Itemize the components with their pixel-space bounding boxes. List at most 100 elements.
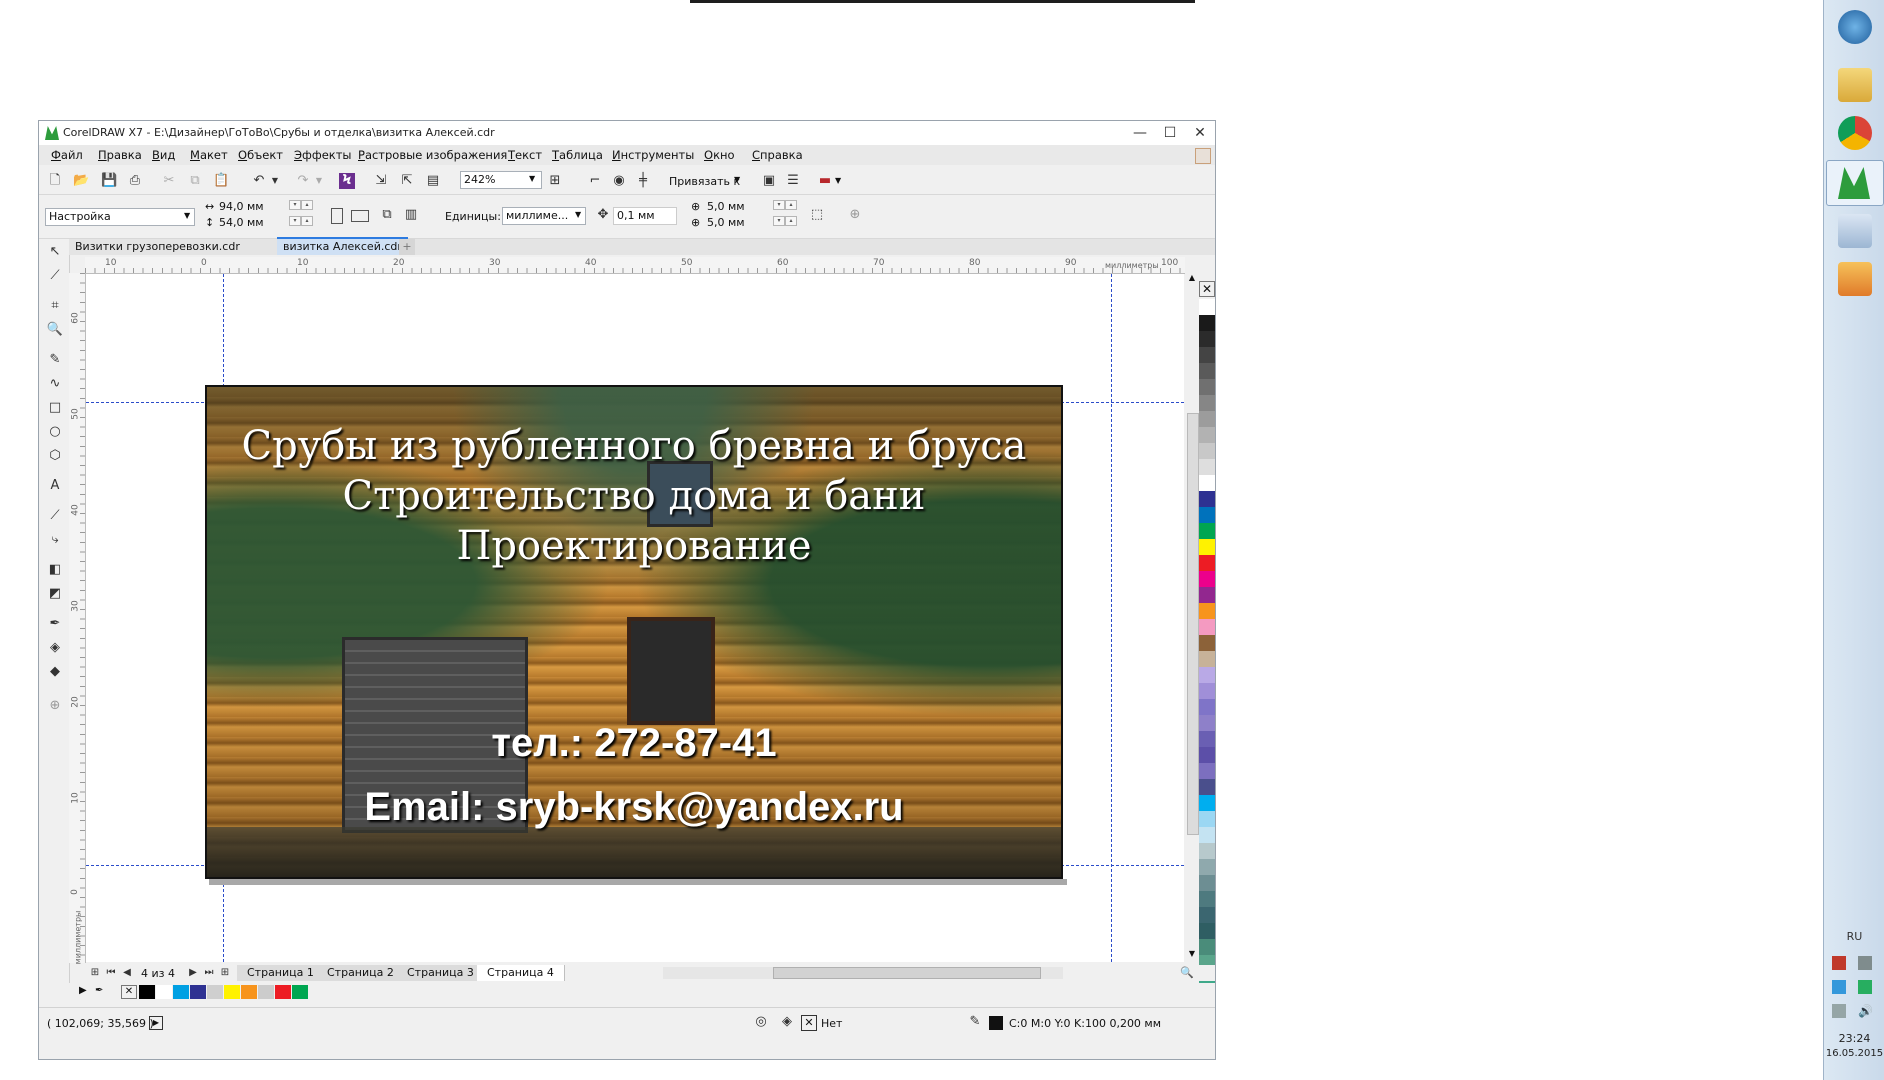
document-palette-swatch[interactable] bbox=[224, 985, 240, 999]
palette-swatch[interactable] bbox=[1199, 699, 1215, 715]
last-page-icon[interactable]: ⏭ bbox=[201, 965, 217, 981]
connector-tool-icon[interactable]: ⤷ bbox=[46, 531, 64, 549]
palette-swatch[interactable] bbox=[1199, 347, 1215, 363]
print-icon[interactable]: ⎙ bbox=[127, 173, 143, 189]
page-tab-3[interactable]: Страница 3 bbox=[397, 965, 485, 981]
palette-swatch[interactable] bbox=[1199, 571, 1215, 587]
menu-edit[interactable]: Правка bbox=[98, 148, 142, 162]
palette-swatch[interactable] bbox=[1199, 331, 1215, 347]
width-spinner[interactable]: ▾ bbox=[289, 200, 301, 210]
duplicate-y-field[interactable]: 5,0 мм bbox=[707, 216, 745, 229]
user-icon[interactable] bbox=[1195, 148, 1211, 164]
palette-swatch[interactable] bbox=[1199, 507, 1215, 523]
tray-security-icon[interactable] bbox=[1858, 980, 1872, 994]
add-page-before-icon[interactable]: ⊞ bbox=[87, 965, 103, 981]
tray-display-icon[interactable] bbox=[1832, 1004, 1846, 1018]
parallel-dimension-icon[interactable]: ⟋ bbox=[46, 507, 64, 525]
palette-swatch[interactable] bbox=[1199, 299, 1215, 315]
menu-help[interactable]: Справка bbox=[752, 148, 803, 162]
menu-object[interactable]: Объект bbox=[238, 148, 283, 162]
launcher-dropdown-icon[interactable]: ▼ bbox=[835, 176, 841, 185]
paste-icon[interactable]: 📋 bbox=[213, 173, 229, 189]
vertical-scrollbar[interactable]: ▲ ▼ bbox=[1185, 273, 1199, 963]
document-palette-swatch[interactable] bbox=[275, 985, 291, 999]
menu-text[interactable]: Текст bbox=[508, 148, 542, 162]
page-height-field[interactable]: 54,0 мм bbox=[219, 216, 264, 229]
width-spinner-up[interactable]: ▴ bbox=[301, 200, 313, 210]
vertical-ruler[interactable]: 60 50 40 30 20 10 0 миллиметры bbox=[69, 273, 86, 964]
rectangle-tool-icon[interactable]: □ bbox=[46, 399, 64, 417]
palette-swatch[interactable] bbox=[1199, 683, 1215, 699]
menu-window[interactable]: Окно bbox=[704, 148, 735, 162]
tray-network-icon[interactable] bbox=[1858, 956, 1872, 970]
clock-time[interactable]: 23:24 bbox=[1824, 1032, 1884, 1045]
palette-swatch[interactable] bbox=[1199, 443, 1215, 459]
palette-swatch[interactable] bbox=[1199, 779, 1215, 795]
fill-bucket-icon[interactable]: ◈ bbox=[779, 1014, 795, 1030]
palette-swatch[interactable] bbox=[1199, 939, 1215, 955]
snap-dropdown-icon[interactable]: ▼ bbox=[734, 175, 740, 184]
document-palette-swatch[interactable] bbox=[258, 985, 274, 999]
page-tab-4[interactable]: Страница 4 bbox=[477, 965, 565, 981]
nudge-distance-field[interactable]: 0,1 мм bbox=[613, 207, 677, 225]
fill-none-swatch[interactable]: ✕ bbox=[801, 1015, 817, 1031]
calculator-icon[interactable] bbox=[1838, 214, 1872, 248]
options-icon[interactable]: ☰ bbox=[785, 173, 801, 189]
units-dropdown-icon[interactable]: ▼ bbox=[575, 210, 581, 219]
rulers-icon[interactable]: ⌐ bbox=[587, 173, 603, 189]
palette-swatch[interactable] bbox=[1199, 923, 1215, 939]
palette-swatch[interactable] bbox=[1199, 523, 1215, 539]
palette-swatch[interactable] bbox=[1199, 795, 1215, 811]
view-icon[interactable]: ◉ bbox=[611, 173, 627, 189]
scroll-up-icon[interactable]: ▲ bbox=[1186, 273, 1198, 285]
business-card[interactable]: Срубы из рубленного бревна и бруса Строи… bbox=[205, 385, 1063, 879]
import-icon[interactable]: ⇲ bbox=[373, 173, 389, 189]
height-spinner-up[interactable]: ▴ bbox=[301, 216, 313, 226]
welcome-screen-icon[interactable]: ▣ bbox=[761, 173, 777, 189]
add-page-after-icon[interactable]: ⊞ bbox=[217, 965, 233, 981]
palette-swatch[interactable] bbox=[1199, 379, 1215, 395]
menu-view[interactable]: Вид bbox=[152, 148, 175, 162]
document-palette-swatch[interactable] bbox=[173, 985, 189, 999]
tab-vizitka-aleksey[interactable]: визитка Алексей.cdr bbox=[277, 237, 408, 255]
palette-swatch[interactable] bbox=[1199, 715, 1215, 731]
guidelines-icon[interactable]: ╪ bbox=[635, 173, 651, 189]
palette-swatch[interactable] bbox=[1199, 763, 1215, 779]
portrait-button[interactable] bbox=[331, 208, 343, 224]
next-page-icon[interactable]: ▶ bbox=[185, 965, 201, 981]
palette-swatch[interactable] bbox=[1199, 635, 1215, 651]
page-width-field[interactable]: 94,0 мм bbox=[219, 200, 264, 213]
palette-swatch[interactable] bbox=[1199, 603, 1215, 619]
outline-color-swatch[interactable] bbox=[989, 1016, 1003, 1030]
palette-swatch[interactable] bbox=[1199, 827, 1215, 843]
cut-icon[interactable]: ✂ bbox=[161, 173, 177, 189]
transparency-icon[interactable]: ◩ bbox=[46, 585, 64, 603]
eyedropper-icon[interactable]: ✒ bbox=[46, 615, 64, 633]
menu-layout[interactable]: Макет bbox=[190, 148, 228, 162]
undo-dropdown-icon[interactable]: ▼ bbox=[267, 173, 283, 189]
interactive-fill-icon[interactable]: ◈ bbox=[46, 639, 64, 657]
ellipse-tool-icon[interactable]: ○ bbox=[46, 423, 64, 441]
publish-pdf-icon[interactable]: ▤ bbox=[425, 173, 441, 189]
palette-swatch[interactable] bbox=[1199, 859, 1215, 875]
dup-y-spinner[interactable]: ▾ bbox=[773, 216, 785, 226]
dup-y-spinner-up[interactable]: ▴ bbox=[785, 216, 797, 226]
document-palette-swatch[interactable] bbox=[207, 985, 223, 999]
palette-swatch[interactable] bbox=[1199, 667, 1215, 683]
dup-x-spinner[interactable]: ▾ bbox=[773, 200, 785, 210]
palette-swatch[interactable] bbox=[1199, 747, 1215, 763]
tray-flag-icon[interactable] bbox=[1832, 956, 1846, 970]
prev-page-icon[interactable]: ◀ bbox=[119, 965, 135, 981]
menu-table[interactable]: Таблица bbox=[552, 148, 603, 162]
document-palette-swatch[interactable] bbox=[156, 985, 172, 999]
scroll-thumb[interactable] bbox=[1187, 413, 1199, 835]
document-palette-swatch[interactable] bbox=[241, 985, 257, 999]
palette-swatch[interactable] bbox=[1199, 427, 1215, 443]
horizontal-ruler[interactable]: 10 0 10 20 30 40 50 60 70 80 90 100 милл… bbox=[85, 257, 1185, 274]
snap-to-dropdown[interactable]: Привязать к bbox=[669, 175, 740, 188]
document-palette-swatch[interactable] bbox=[190, 985, 206, 999]
palette-swatch[interactable] bbox=[1199, 539, 1215, 555]
document-palette-swatch[interactable] bbox=[139, 985, 155, 999]
page-tab-2[interactable]: Страница 2 bbox=[317, 965, 405, 981]
palette-swatch[interactable] bbox=[1199, 491, 1215, 507]
